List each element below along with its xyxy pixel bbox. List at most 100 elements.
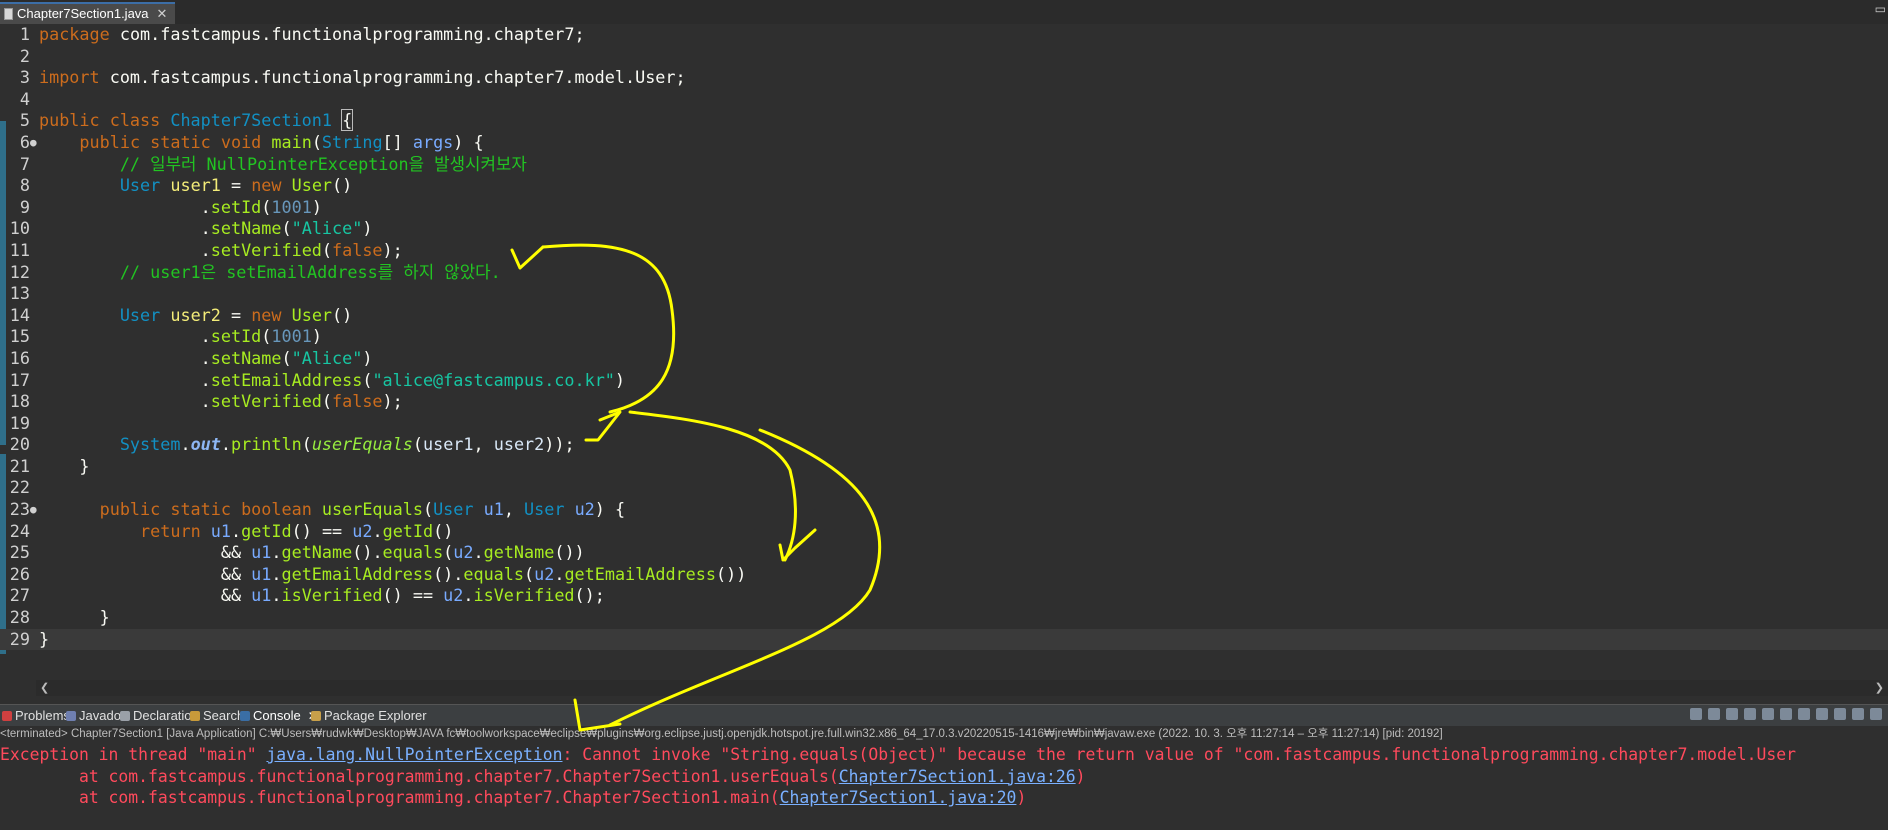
console-line: at com.fastcampus.functionalprogramming.… xyxy=(0,766,1888,788)
code-token: ( xyxy=(524,563,535,584)
code-token: getEmailAddress xyxy=(564,563,716,584)
code-token: System xyxy=(119,434,181,455)
line-number: 14 xyxy=(9,304,30,325)
code-token: } xyxy=(39,455,90,476)
code-text: // user1은 setEmailAddress를 하지 않았다. xyxy=(39,262,501,284)
java-file-icon xyxy=(4,8,13,20)
code-line: 8 User user1 = new User() xyxy=(0,175,1888,197)
remove-launch-icon[interactable] xyxy=(1690,708,1702,720)
tab-console[interactable]: Console✕ xyxy=(240,707,318,725)
code-token: userEquals xyxy=(311,434,413,455)
code-token: u2 xyxy=(443,585,464,606)
exception-link[interactable]: java.lang.NullPointerException xyxy=(266,745,562,764)
code-token: String xyxy=(321,131,383,152)
tab-javadoc[interactable]: Javadoc xyxy=(66,707,127,725)
code-token: = xyxy=(220,175,252,196)
javadoc-icon xyxy=(66,711,76,721)
code-line: 22 xyxy=(0,477,1888,499)
code-token: () xyxy=(332,175,353,196)
code-token: isVerified xyxy=(473,585,575,606)
console-text: at com.fastcampus.functionalprogramming.… xyxy=(0,788,780,808)
stacktrace-link[interactable]: Chapter7Section1.java:20 xyxy=(780,788,1017,807)
show-on-error-icon[interactable] xyxy=(1798,708,1810,720)
line-number: 1 xyxy=(19,24,30,44)
code-token: () xyxy=(332,304,353,325)
code-token: , xyxy=(473,434,494,455)
line-number: 9 xyxy=(19,196,30,217)
line-number: 28 xyxy=(9,607,30,628)
display-console-icon[interactable] xyxy=(1834,708,1846,720)
maximize-icon[interactable]: ▭ xyxy=(1875,2,1886,16)
code-token: && xyxy=(39,563,252,584)
show-on-output-icon[interactable] xyxy=(1780,708,1792,720)
stacktrace-link[interactable]: Chapter7Section1.java:26 xyxy=(839,767,1076,786)
code-token: . xyxy=(180,434,191,455)
remove-all-icon[interactable] xyxy=(1708,708,1720,720)
code-token: u1 xyxy=(210,520,231,541)
tab-problems[interactable]: Problems xyxy=(2,707,70,725)
code-token: = xyxy=(220,304,252,325)
code-editor[interactable]: 1 package com.fastcampus.functionalprogra… xyxy=(0,24,1888,696)
tab-declaration[interactable]: Declaration xyxy=(120,707,199,725)
code-token: } xyxy=(39,607,110,628)
code-token: () == xyxy=(382,585,444,606)
tab-label: Package Explorer xyxy=(324,708,427,723)
scroll-lock-icon[interactable] xyxy=(1744,708,1756,720)
code-token: Chapter7Section1 xyxy=(170,110,332,131)
code-token: 1001 xyxy=(271,196,312,217)
code-token: setId xyxy=(210,196,262,217)
code-token: ( xyxy=(261,326,272,347)
code-line: 20 System.out.println(userEquals(user1, … xyxy=(0,434,1888,456)
code-text: public class Chapter7Section1 { xyxy=(39,109,354,132)
code-token: ( xyxy=(281,218,292,239)
minimize-icon[interactable] xyxy=(1870,708,1882,720)
code-token: . xyxy=(39,196,211,217)
fold-marker-icon[interactable]: ● xyxy=(30,499,37,521)
pin-console-icon[interactable] xyxy=(1816,708,1828,720)
console-output[interactable]: Exception in thread "main" java.lang.Nul… xyxy=(0,744,1888,830)
code-token: equals xyxy=(382,542,444,563)
code-token: && xyxy=(39,542,252,563)
code-token: com.fastcampus.functionalprogramming.cha… xyxy=(99,67,686,88)
code-line: 28 } xyxy=(0,607,1888,629)
code-line: 13 xyxy=(0,283,1888,305)
code-token: (). xyxy=(352,542,383,563)
code-token: isVerified xyxy=(281,585,383,606)
code-token: // user1은 setEmailAddress를 하지 않았다. xyxy=(119,261,501,282)
tab-label: Problems xyxy=(15,708,70,723)
word-wrap-icon[interactable] xyxy=(1762,708,1774,720)
code-text: public static boolean userEquals(User u1… xyxy=(39,499,625,521)
horizontal-scrollbar[interactable]: ❮ ❯ xyxy=(36,680,1888,696)
code-token: (). xyxy=(433,563,464,584)
search-icon xyxy=(190,711,200,721)
line-number: 3 xyxy=(19,67,30,88)
tab-search[interactable]: Search xyxy=(190,707,244,725)
code-line: 18 .setVerified(false); xyxy=(0,391,1888,413)
line-number: 11 xyxy=(9,239,30,260)
scroll-left-icon[interactable]: ❮ xyxy=(40,681,49,694)
open-console-icon[interactable] xyxy=(1852,708,1864,720)
fold-marker-icon[interactable]: ● xyxy=(30,132,37,154)
code-token: new xyxy=(251,175,292,196)
editor-tab-chapter7section1[interactable]: Chapter7Section1.java ✕ xyxy=(0,2,176,25)
matching-brace: { xyxy=(341,109,354,132)
tab-package-explorer[interactable]: Package Explorer xyxy=(311,707,427,725)
code-token: main xyxy=(271,131,312,152)
scroll-right-icon[interactable]: ❯ xyxy=(1875,681,1884,694)
code-token: u2 xyxy=(352,520,373,541)
code-text: && u1.isVerified() == u2.isVerified(); xyxy=(39,585,605,607)
code-line: 15 .setId(1001) xyxy=(0,326,1888,348)
remove-all-terminated-icon[interactable] xyxy=(1726,708,1738,720)
console-line: at com.fastcampus.functionalprogramming.… xyxy=(0,787,1888,809)
package-explorer-icon xyxy=(311,711,321,721)
close-icon[interactable]: ✕ xyxy=(157,3,168,25)
code-token: getName xyxy=(281,542,353,563)
code-token: public static boolean xyxy=(99,499,322,520)
code-token: ) { xyxy=(453,131,484,152)
code-token: ) xyxy=(311,196,322,217)
code-token: getName xyxy=(483,542,555,563)
code-text: && u1.getName().equals(u2.getName()) xyxy=(39,542,585,564)
